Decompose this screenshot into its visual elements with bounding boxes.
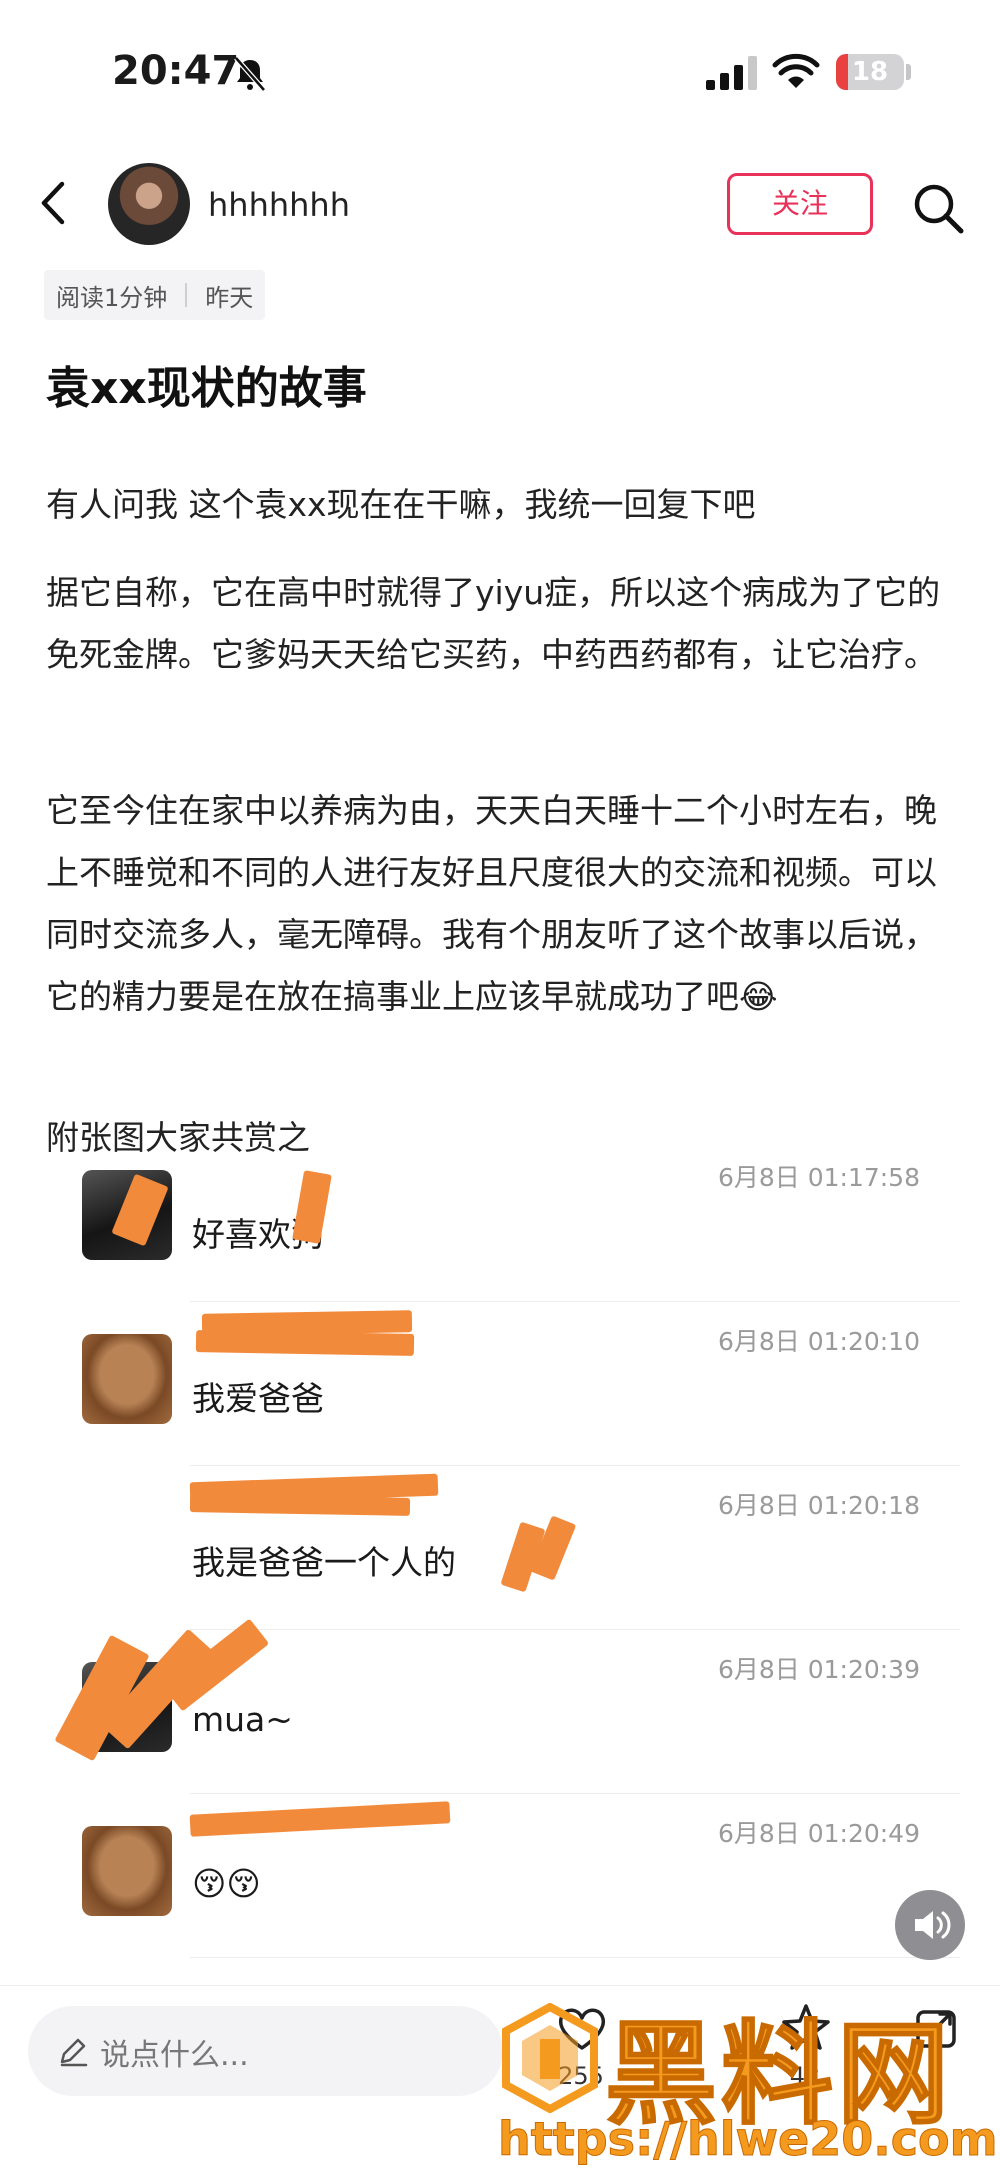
chat-time: 6月8日 01:20:39 [717, 1655, 920, 1684]
search-icon[interactable] [910, 180, 966, 236]
redaction-mark [189, 1801, 451, 1837]
chat-row: 6月8日 01:17:58 好喜欢狗 [40, 1138, 960, 1302]
chat-time: 6月8日 01:20:10 [717, 1327, 920, 1356]
comment-input[interactable]: 说点什么... [28, 2006, 503, 2096]
wifi-icon [772, 53, 820, 88]
author-avatar[interactable] [108, 163, 190, 245]
battery-label: 18 [851, 57, 889, 87]
back-icon[interactable] [30, 178, 80, 228]
status-bar: 20:47 18 [0, 0, 1000, 150]
volume-button[interactable] [895, 1890, 965, 1960]
chat-time: 6月8日 01:17:58 [717, 1163, 920, 1192]
chat-message: mua~ [192, 1700, 293, 1739]
pencil-icon [60, 2038, 88, 2067]
post-paragraph: 它至今住在家中以养病为由，天天白天睡十二个小时左右，晚上不睡觉和不同的人进行友好… [46, 791, 937, 1016]
chat-message: 😚😚 [192, 1864, 261, 1903]
bell-slash-icon [234, 56, 266, 92]
post-date: 昨天 [205, 283, 254, 312]
redaction-mark [189, 1494, 411, 1516]
follow-button[interactable]: 关注 [727, 173, 873, 235]
chat-screenshot: 6月8日 01:17:58 好喜欢狗 6月8日 01:20:10 我爱爸爸 6月… [40, 1163, 960, 1986]
watermark-logo [502, 2003, 598, 2113]
post-title: 袁xx现状的故事 [46, 363, 367, 414]
author-username[interactable]: hhhhhhh [208, 186, 350, 224]
row-divider [190, 1957, 960, 1958]
chat-message: 我爱爸爸 [192, 1379, 324, 1418]
chat-time: 6月8日 01:20:18 [717, 1491, 920, 1520]
comment-placeholder: 说点什么... [100, 2038, 249, 2073]
post-paragraph: 据它自称，它在高中时就得了yiyu症，所以这个病成为了它的免死金牌。它爹妈天天给… [46, 573, 941, 674]
post-paragraph: 有人问我 这个袁xx现在在干嘛，我统一回复下吧 [46, 485, 756, 524]
status-time: 20:47 [112, 48, 240, 94]
chat-avatar [82, 1334, 172, 1424]
chat-time: 6月8日 01:20:49 [717, 1819, 920, 1848]
volume-icon [915, 1911, 951, 1939]
redaction-mark [292, 1170, 332, 1244]
read-time: 阅读1分钟 [56, 283, 168, 312]
chat-row: 6月8日 01:20:18 我是爸爸一个人的 [40, 1466, 960, 1630]
battery-cap [906, 64, 911, 80]
chat-row: 6月8日 01:20:10 我爱爸爸 [40, 1302, 960, 1466]
chat-message: 我是爸爸一个人的 [192, 1543, 456, 1582]
battery-indicator: 18 [836, 54, 904, 90]
redaction-mark [195, 1330, 415, 1356]
chat-row: 6月8日 01:20:49 😚😚 [40, 1794, 960, 1958]
chat-avatar [82, 1826, 172, 1916]
chat-row: 6月8日 01:20:39 mua~ [40, 1618, 960, 1794]
meta-divider [185, 283, 188, 307]
watermark-url: https://hlwe20.com [498, 2112, 999, 2167]
post-meta: 阅读1分钟 昨天 [44, 270, 266, 320]
signal-icon [706, 56, 757, 90]
